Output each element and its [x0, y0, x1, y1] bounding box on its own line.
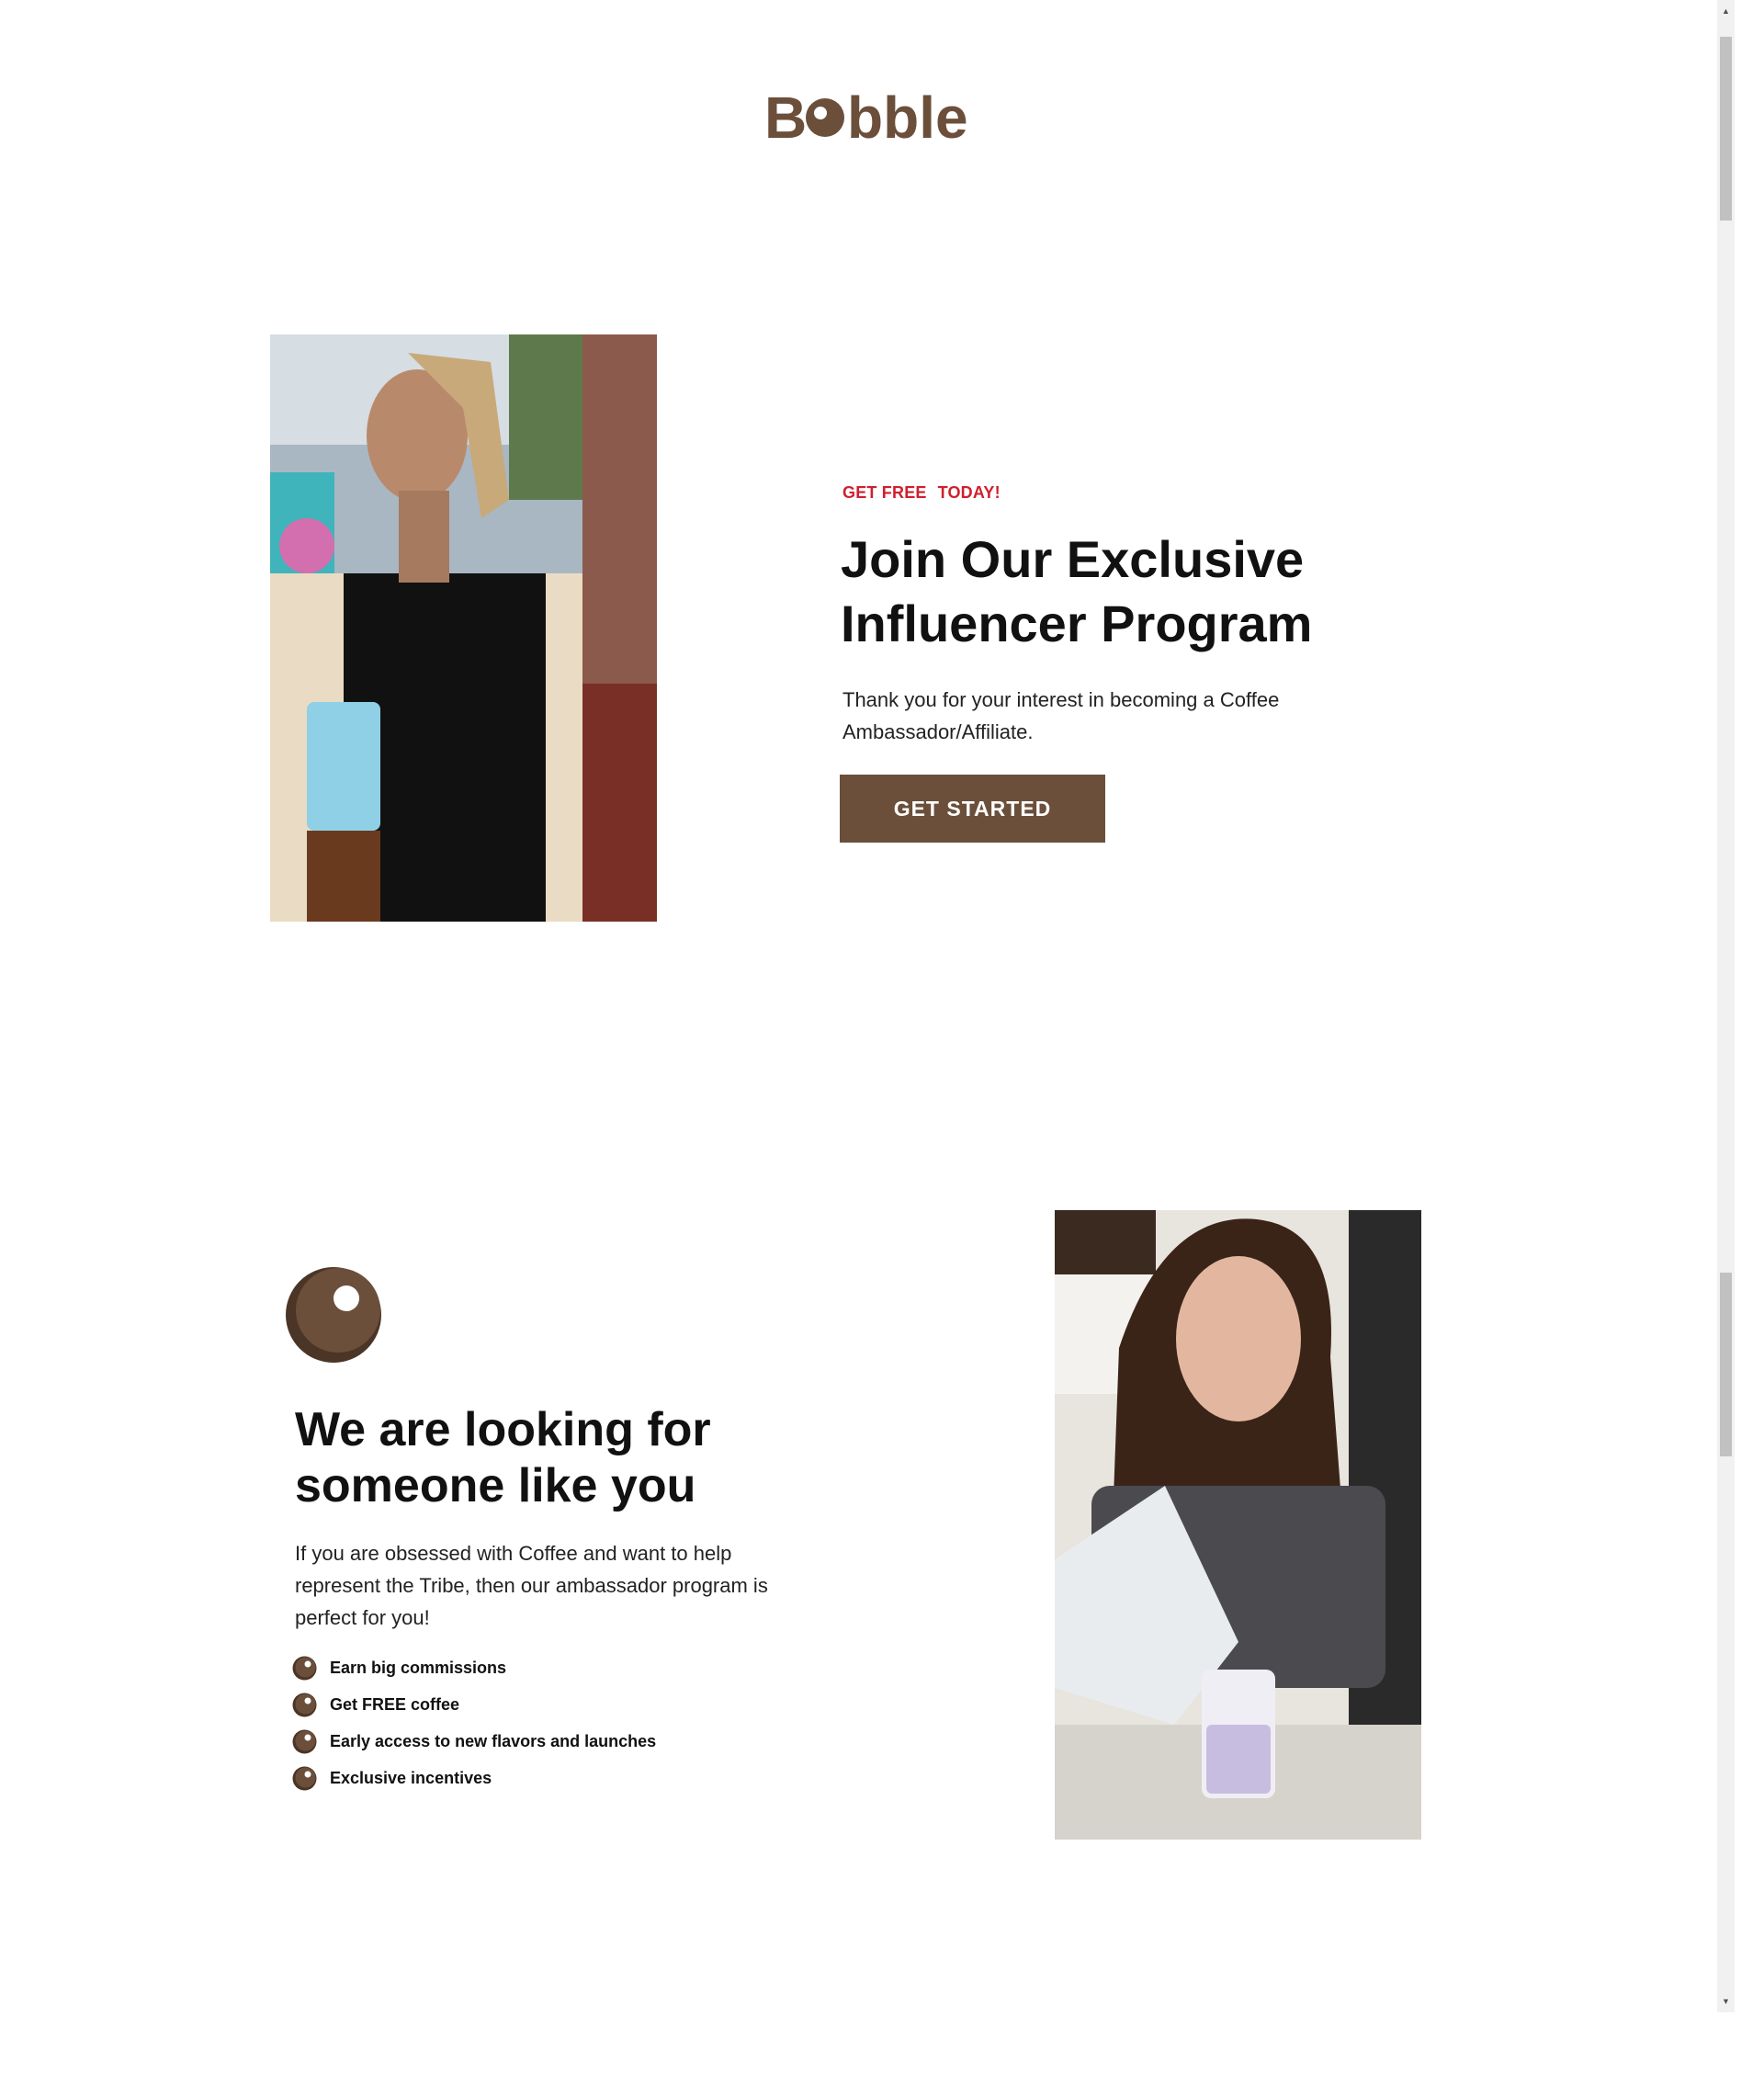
bullet-text: Get FREE coffee [330, 1694, 460, 1714]
bullet-text: Exclusive incentives [330, 1768, 492, 1787]
scrollbar-thumb-secondary[interactable] [1720, 1273, 1732, 1456]
svg-text:B: B [764, 85, 807, 149]
hero-title: Join Our Exclusive Influencer Program [841, 530, 1313, 652]
section-title: We are looking for someone like you [295, 1403, 711, 1512]
bullet-text: Earn big commissions [330, 1658, 507, 1677]
scroll-up-icon[interactable]: ▲ [1717, 2, 1735, 20]
list-item: Exclusive incentives [292, 1760, 656, 1796]
hero-description: Thank you for your interest in becoming … [842, 688, 1280, 743]
list-item: Get FREE coffee [292, 1686, 656, 1723]
svg-text:bble: bble [847, 85, 968, 149]
scroll-down-icon[interactable]: ▼ [1717, 1992, 1735, 2010]
hero-tagline: GET FREE TODAY! [842, 483, 1001, 503]
bubble-icon [285, 1266, 382, 1364]
scrollbar-thumb[interactable] [1720, 37, 1732, 221]
bubble-bullet-icon [292, 1766, 317, 1791]
vertical-scrollbar[interactable]: ▲ ▼ [1717, 0, 1735, 2012]
hero-influencer-photo [270, 334, 657, 922]
benefits-list: Earn big commissions Get FREE coffee Ear… [292, 1649, 656, 1796]
logo-wordmark: B bble [764, 85, 968, 149]
bullet-text: Early access to new flavors and launches [330, 1731, 657, 1750]
bubble-bullet-icon [292, 1693, 317, 1717]
tagline-today: TODAY! [937, 483, 1001, 502]
bubble-bullet-icon [292, 1729, 317, 1754]
get-started-button[interactable]: GET STARTED [840, 775, 1105, 843]
list-item: Earn big commissions [292, 1649, 656, 1686]
tagline-get-free: GET FREE [842, 483, 927, 502]
section-description: If you are obsessed with Coffee and want… [295, 1542, 768, 1629]
list-item: Early access to new flavors and launches [292, 1723, 656, 1760]
bobble-logo[interactable]: B bble [764, 85, 971, 149]
bubble-bullet-icon [292, 1656, 317, 1681]
pouring-drink-photo [1055, 1210, 1421, 1840]
